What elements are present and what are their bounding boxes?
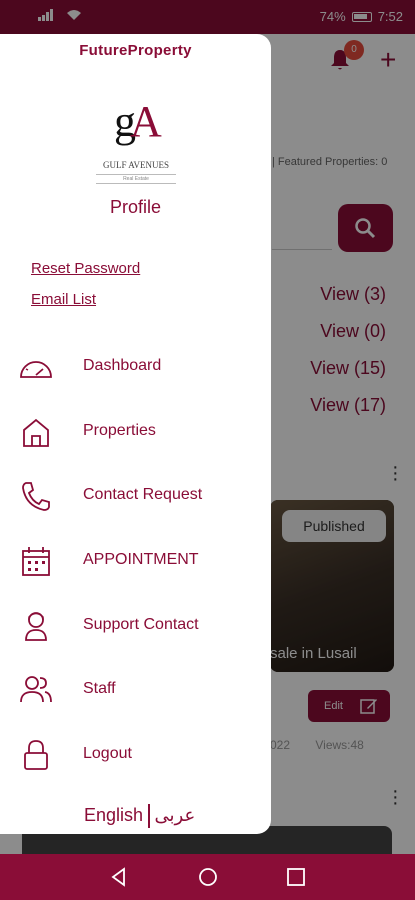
menu-item-contact-request[interactable]: Contact Request — [18, 476, 258, 516]
language-arabic[interactable]: عربى — [155, 805, 196, 825]
menu-item-label: Properties — [83, 422, 156, 439]
back-icon[interactable] — [108, 866, 130, 888]
app-title: FutureProperty — [79, 42, 192, 59]
menu-item-staff[interactable]: Staff — [18, 670, 258, 710]
language-divider — [148, 804, 150, 828]
logo-mark: gA — [114, 97, 162, 146]
email-list-link[interactable]: Email List — [31, 291, 96, 308]
menu-item-label: Logout — [83, 745, 132, 762]
lock-icon — [24, 740, 48, 770]
language-english[interactable]: English — [84, 805, 143, 825]
company-logo: gA GULF AVENUES Real Estate — [96, 90, 176, 190]
logo-subtitle: Real Estate — [96, 174, 176, 184]
menu-item-label: Support Contact — [83, 616, 199, 633]
menu-item-support-contact[interactable]: Support Contact — [18, 606, 258, 646]
menu-item-appointment[interactable]: APPOINTMENT — [18, 541, 258, 581]
reset-password-link[interactable]: Reset Password — [31, 260, 140, 277]
recents-icon[interactable] — [285, 866, 307, 888]
navigation-drawer: FutureProperty gA GULF AVENUES Real Esta… — [0, 34, 271, 834]
logo-name: GULF AVENUES — [102, 160, 170, 170]
menu-item-properties[interactable]: Properties — [18, 412, 258, 452]
support-person-icon — [25, 612, 47, 641]
menu-item-logout[interactable]: Logout — [18, 735, 258, 775]
phone-icon — [22, 482, 50, 511]
system-nav-bar — [0, 854, 415, 900]
menu-item-label: Staff — [83, 680, 116, 697]
home-button-icon[interactable] — [197, 866, 219, 888]
staff-users-icon — [20, 676, 52, 703]
language-switcher: English عربى — [84, 804, 195, 828]
dashboard-gauge-icon — [20, 361, 52, 378]
home-icon — [23, 418, 49, 447]
profile-link[interactable]: Profile — [0, 197, 271, 218]
calendar-icon — [22, 547, 50, 576]
menu-item-label: APPOINTMENT — [83, 551, 199, 568]
menu-item-label: Contact Request — [83, 486, 203, 503]
menu-item-dashboard[interactable]: Dashboard — [18, 347, 258, 387]
menu-item-label: Dashboard — [83, 357, 162, 374]
